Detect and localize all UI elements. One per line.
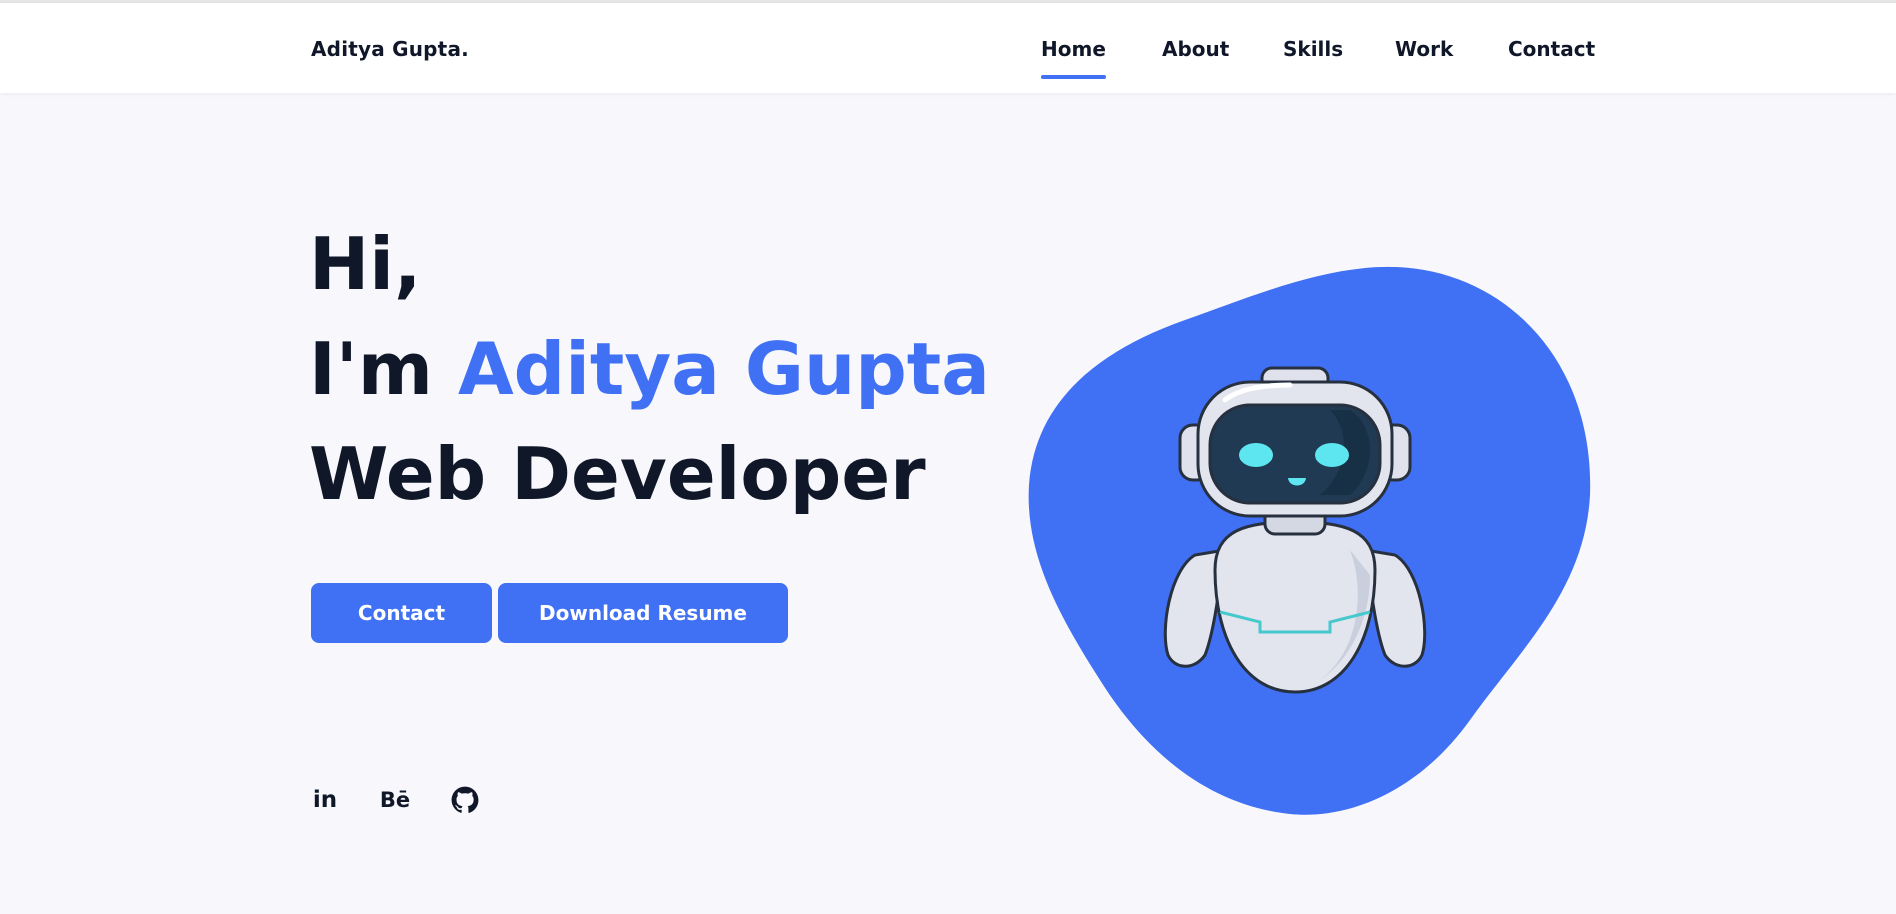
site-logo[interactable]: Aditya Gupta.	[311, 37, 469, 61]
hero-greeting: Hi,	[309, 222, 422, 306]
contact-button[interactable]: Contact	[311, 583, 492, 643]
nav-work[interactable]: Work	[1395, 37, 1453, 61]
nav-skills[interactable]: Skills	[1283, 37, 1343, 61]
hero-role: Web Developer	[309, 432, 926, 516]
hero-name: Aditya Gupta	[457, 327, 990, 411]
behance-icon[interactable]: Bē	[378, 783, 412, 817]
hero-intro-prefix: I'm	[309, 327, 433, 411]
site-header: Aditya Gupta. Home About Skills Work Con…	[0, 3, 1896, 93]
hero-illustration	[1020, 260, 1620, 830]
nav-about[interactable]: About	[1162, 37, 1229, 61]
nav-home[interactable]: Home	[1041, 37, 1106, 79]
linkedin-icon[interactable]: in	[308, 783, 342, 817]
download-resume-button[interactable]: Download Resume	[498, 583, 788, 643]
nav-contact[interactable]: Contact	[1508, 37, 1595, 61]
github-icon[interactable]	[448, 783, 482, 817]
hero-intro: I'm Aditya Gupta	[309, 327, 990, 411]
